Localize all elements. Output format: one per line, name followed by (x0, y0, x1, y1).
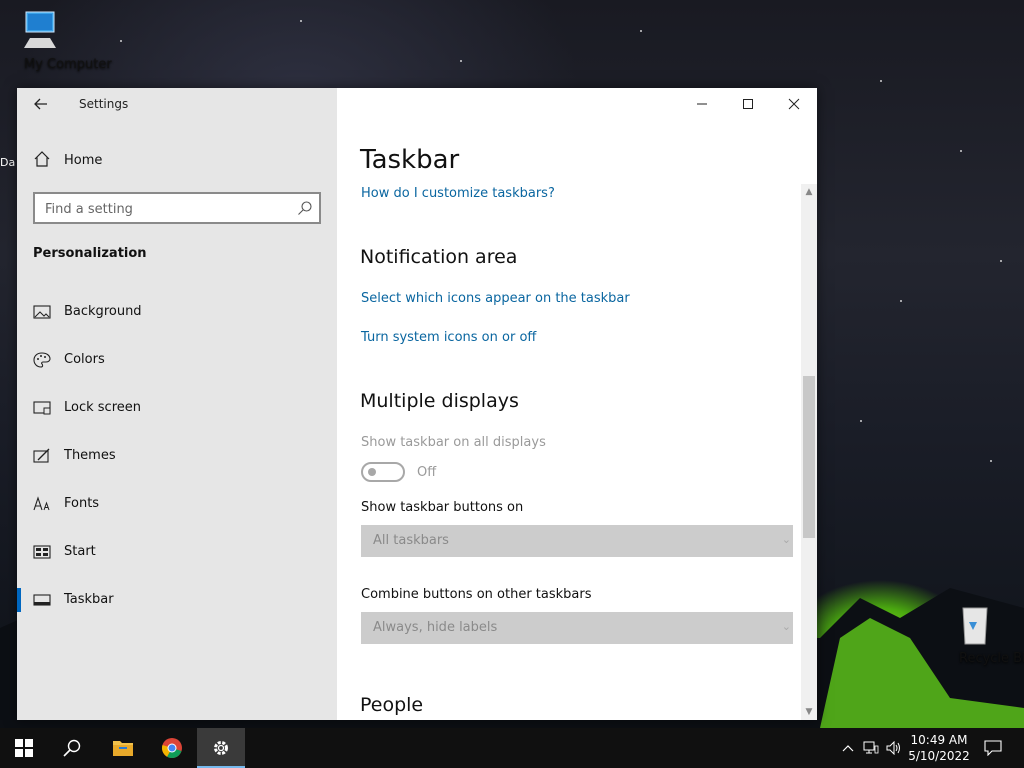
sidebar-item-label: Lock screen (64, 400, 141, 415)
scroll-up-arrow[interactable]: ▲ (801, 184, 817, 200)
toggle-knob (368, 468, 376, 476)
page-title: Taskbar (360, 145, 460, 175)
window-title: Settings (79, 97, 129, 111)
chevron-down-icon: ⌄ (781, 533, 791, 546)
image-icon (33, 305, 51, 319)
settings-content: Taskbar How do I customize taskbars? Not… (337, 88, 817, 720)
taskbar-search-button[interactable] (48, 728, 96, 768)
sidebar-item-colors[interactable]: Colors (17, 340, 337, 380)
sidebar-item-lock-screen[interactable]: Lock screen (17, 388, 337, 428)
clock-date: 5/10/2022 (908, 749, 970, 763)
sidebar-item-label: Background (64, 304, 142, 319)
sidebar-item-home[interactable]: Home (17, 144, 337, 176)
palette-icon (33, 352, 51, 368)
sidebar-item-label: Fonts (64, 496, 100, 511)
scroll-down-arrow[interactable]: ▼ (801, 704, 817, 720)
sidebar-item-fonts[interactable]: Fonts (17, 484, 337, 524)
sidebar-item-start[interactable]: Start (17, 532, 337, 572)
select-value: All taskbars (373, 533, 449, 548)
minimize-icon (697, 103, 707, 105)
title-bar[interactable]: Settings (17, 88, 337, 120)
content-scrollbar[interactable]: ▲ ▼ (801, 184, 817, 720)
search-box[interactable] (33, 192, 321, 224)
network-icon (863, 741, 879, 754)
combine-buttons-label: Combine buttons on other taskbars (361, 587, 592, 602)
show-taskbar-all-displays-toggle[interactable] (361, 462, 405, 482)
search-input[interactable] (45, 200, 285, 218)
chevron-up-icon (842, 745, 854, 752)
settings-window: Settings Home Personalization Background (17, 88, 817, 720)
speaker-icon (886, 741, 900, 755)
folder-icon (113, 741, 133, 756)
taskbar-icon (33, 594, 51, 606)
sidebar-item-label: Home (64, 153, 103, 168)
settings-taskbar-button[interactable] (197, 728, 245, 768)
taskbar-buttons-on-label: Show taskbar buttons on (361, 500, 524, 515)
gear-icon (214, 741, 228, 755)
arrow-left-icon (34, 98, 47, 110)
show-taskbar-all-displays-label: Show taskbar on all displays (361, 435, 546, 450)
toggle-state-label: Off (417, 465, 437, 480)
home-icon (34, 151, 50, 167)
chrome-button[interactable] (148, 728, 196, 768)
system-icons-link[interactable]: Turn system icons on or off (361, 330, 536, 345)
desktop-icon-label: Recycle Bin (959, 651, 1024, 666)
chrome-icon (162, 738, 182, 759)
sidebar-item-themes[interactable]: Themes (17, 436, 337, 476)
desktop-icon-label: My Computer (24, 57, 112, 72)
sidebar-item-taskbar[interactable]: Taskbar (17, 580, 337, 620)
combine-buttons-select[interactable]: Always, hide labels ⌄ (361, 612, 793, 644)
minimize-button[interactable] (679, 88, 725, 120)
help-link[interactable]: How do I customize taskbars? (361, 186, 555, 201)
select-value: Always, hide labels (373, 620, 498, 635)
file-explorer-button[interactable] (98, 728, 146, 768)
back-button[interactable] (29, 94, 53, 114)
volume-icon-button[interactable] (884, 728, 904, 768)
sidebar-item-background[interactable]: Background (17, 292, 337, 332)
lock-screen-icon (33, 401, 51, 415)
notification-area-heading: Notification area (360, 246, 518, 268)
sidebar-item-label: Taskbar (64, 592, 114, 607)
desktop-icon-my-computer[interactable]: My Computer (0, 8, 112, 72)
network-icon-button[interactable] (861, 728, 881, 768)
search-icon (63, 739, 81, 757)
maximize-button[interactable] (725, 88, 771, 120)
search-icon (298, 201, 312, 215)
notification-icon (984, 740, 1002, 756)
close-icon (788, 98, 800, 110)
clock-time: 10:49 AM (910, 733, 968, 747)
chevron-down-icon: ⌄ (781, 620, 791, 633)
maximize-icon (743, 99, 753, 109)
people-heading: People (360, 694, 424, 716)
section-title: Personalization (33, 246, 147, 261)
show-hidden-icons-button[interactable] (838, 728, 858, 768)
computer-icon (24, 11, 56, 48)
fonts-icon (33, 496, 50, 511)
taskbar: 10:49 AM 5/10/2022 (0, 728, 1024, 768)
start-button[interactable] (0, 728, 48, 768)
taskbar-clock[interactable]: 10:49 AM 5/10/2022 (906, 732, 972, 764)
desktop-icon-partial-label: Da (0, 156, 16, 169)
taskbar-buttons-on-select[interactable]: All taskbars ⌄ (361, 525, 793, 557)
recycle-bin-icon (962, 607, 988, 645)
sidebar-item-label: Themes (64, 448, 116, 463)
settings-sidebar: Settings Home Personalization Background (17, 88, 337, 720)
desktop-icon-recycle-bin[interactable]: Recycle Bin (935, 602, 1024, 666)
scroll-thumb[interactable] (803, 376, 815, 538)
action-center-button[interactable] (978, 728, 1008, 768)
caption-buttons (679, 88, 817, 120)
windows-logo-icon (15, 739, 33, 757)
start-icon (33, 545, 51, 559)
multiple-displays-heading: Multiple displays (360, 390, 519, 412)
close-button[interactable] (771, 88, 817, 120)
sidebar-item-label: Colors (64, 352, 105, 367)
sidebar-item-label: Start (64, 544, 96, 559)
themes-icon (33, 448, 50, 463)
select-icons-link[interactable]: Select which icons appear on the taskbar (361, 291, 630, 306)
